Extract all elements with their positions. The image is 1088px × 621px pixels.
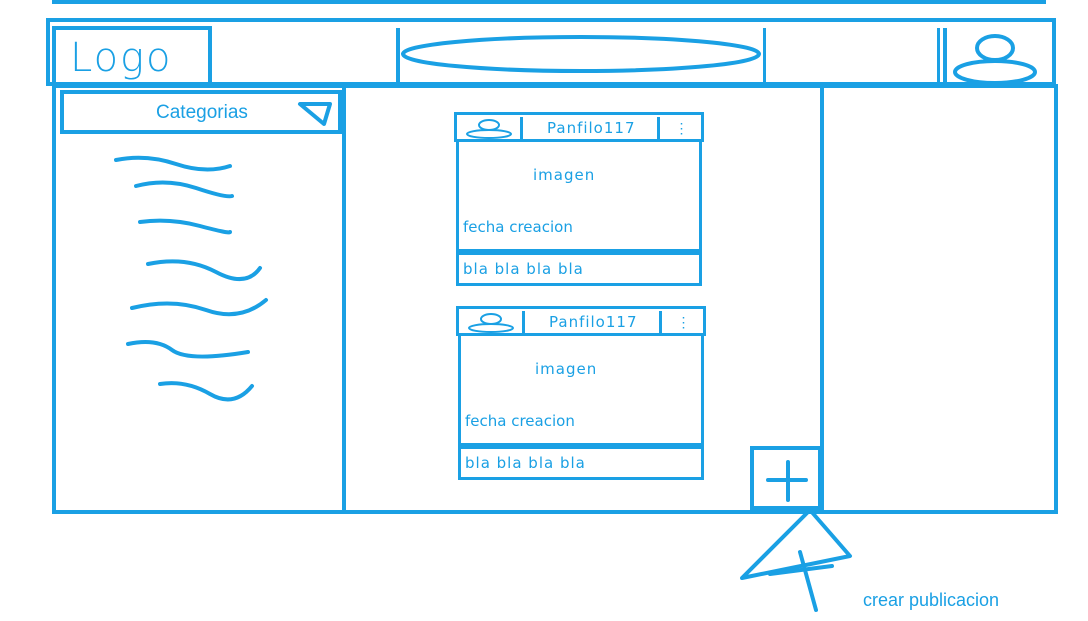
search-input[interactable] bbox=[400, 34, 762, 74]
post-username[interactable]: Panfilo117 bbox=[547, 119, 636, 137]
post-image-label: imagen bbox=[535, 360, 598, 378]
category-item-3 bbox=[138, 218, 232, 235]
category-item-7 bbox=[158, 381, 254, 402]
logo[interactable]: Logo bbox=[52, 26, 212, 86]
post-image-area[interactable]: imagen fecha creacion bbox=[456, 142, 702, 252]
triangle-dropdown-icon[interactable] bbox=[296, 98, 336, 128]
user-icon bbox=[466, 119, 512, 139]
user-icon bbox=[953, 34, 1037, 85]
post-image-label: imagen bbox=[533, 166, 596, 184]
category-item-6 bbox=[126, 340, 250, 359]
category-item-4 bbox=[146, 259, 262, 281]
post-avatar[interactable] bbox=[461, 311, 525, 335]
profile-button[interactable] bbox=[943, 28, 1060, 86]
category-item-2 bbox=[134, 180, 234, 199]
header-cell-empty-1 bbox=[212, 28, 400, 84]
post-menu-button[interactable]: ⋮ bbox=[657, 117, 703, 141]
top-rule bbox=[52, 0, 1046, 4]
header-cell-empty-2 bbox=[766, 28, 940, 84]
post-header: Panfilo117 ⋮ bbox=[454, 112, 704, 142]
post-text: bla bla bla bla bbox=[456, 252, 702, 286]
main-frame: Categorias Panfilo117 ⋮ imagen fecha cre… bbox=[52, 84, 1058, 514]
post-date: fecha creacion bbox=[463, 218, 573, 236]
plus-icon bbox=[766, 460, 808, 502]
post-header: Panfilo117 ⋮ bbox=[456, 306, 706, 336]
category-list-scribbles bbox=[114, 155, 268, 402]
header-bar: Logo bbox=[46, 18, 1056, 86]
post-text: bla bla bla bla bbox=[458, 446, 704, 480]
post-username[interactable]: Panfilo117 bbox=[549, 313, 638, 331]
sidebar: Categorias bbox=[56, 88, 346, 510]
annotation-arrow bbox=[740, 508, 852, 612]
categories-title: Categorias bbox=[156, 102, 248, 123]
category-item-5 bbox=[130, 298, 268, 317]
annotation-label: crear publicacion bbox=[863, 590, 1000, 610]
user-icon bbox=[468, 313, 514, 333]
post-image-area[interactable]: imagen fecha creacion bbox=[458, 336, 704, 446]
post-menu-button[interactable]: ⋮ bbox=[659, 311, 705, 335]
post-date: fecha creacion bbox=[465, 412, 575, 430]
post-avatar[interactable] bbox=[459, 117, 523, 141]
logo-text: Logo bbox=[70, 35, 173, 81]
add-post-button[interactable] bbox=[750, 446, 822, 510]
category-item-1 bbox=[114, 155, 232, 172]
categories-dropdown[interactable]: Categorias bbox=[60, 90, 342, 134]
